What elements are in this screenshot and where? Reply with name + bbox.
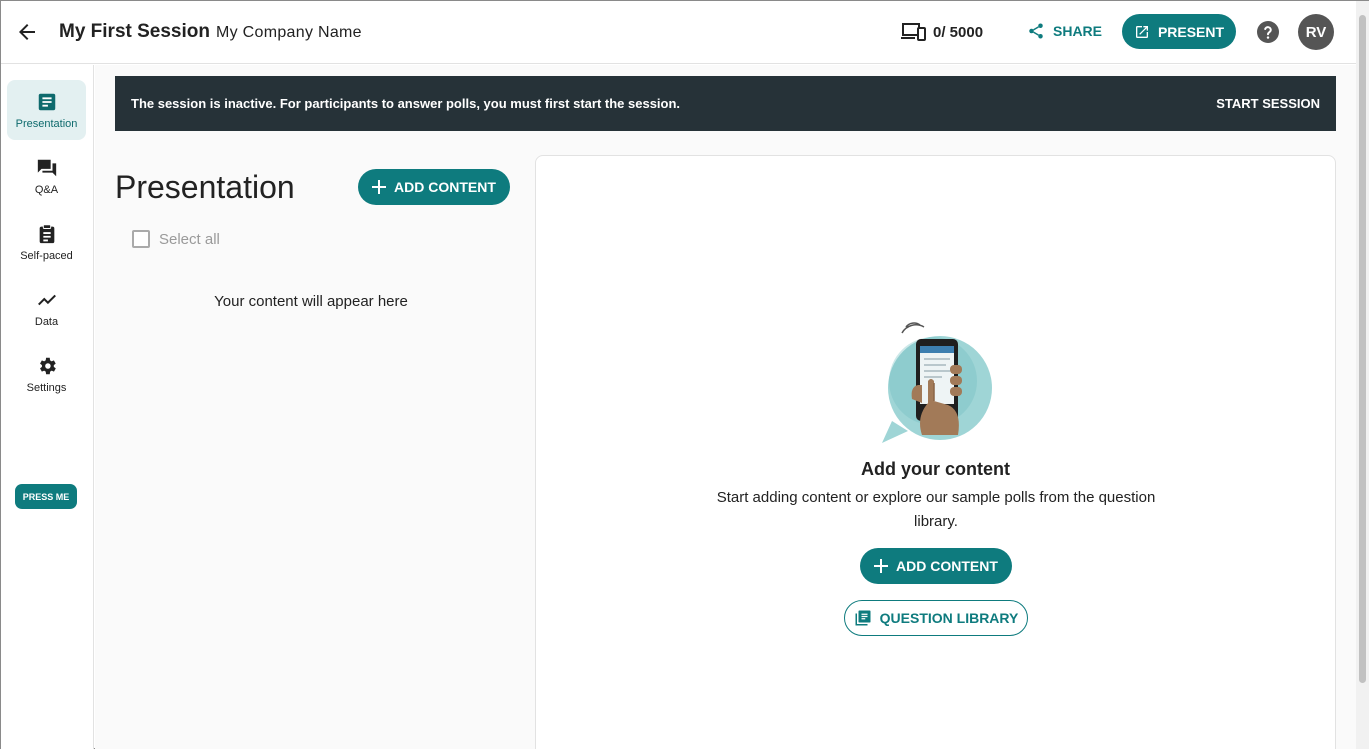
- present-button[interactable]: PRESENT: [1122, 14, 1236, 49]
- user-avatar[interactable]: RV: [1298, 14, 1334, 50]
- add-content-label: ADD CONTENT: [394, 179, 496, 195]
- participant-count: 0/ 5000: [933, 23, 984, 41]
- trend-line-icon: [37, 294, 56, 305]
- plus-icon: [372, 180, 387, 194]
- empty-state-title: Add your content: [861, 459, 1010, 479]
- add-content-button[interactable]: ADD CONTENT: [358, 169, 510, 205]
- sidebar-item-qa[interactable]: Q&A: [7, 146, 86, 206]
- checkbox-box[interactable]: [132, 230, 150, 248]
- sidebar-item-label: Presentation: [15, 117, 78, 130]
- gear-icon: [39, 357, 56, 374]
- sidebar-item-self-paced[interactable]: Self-paced: [7, 212, 86, 272]
- start-session-button[interactable]: START SESSION: [1216, 96, 1320, 111]
- scrollbar-thumb[interactable]: [1359, 15, 1366, 683]
- sidebar-item-label: Settings: [26, 381, 67, 394]
- presentation-icon: [38, 93, 55, 110]
- present-label: PRESENT: [1157, 23, 1225, 40]
- forum-icon: [37, 159, 56, 176]
- share-button[interactable]: SHARE: [1027, 22, 1102, 40]
- question-library-label: QUESTION LIBRARY: [879, 610, 1019, 626]
- library-books-icon: [855, 610, 871, 626]
- empty-state-description: Start adding content or explore our samp…: [716, 489, 1156, 530]
- sidebar-item-label: Data: [34, 315, 59, 328]
- empty-list-text: Your content will appear here: [214, 293, 408, 310]
- session-title[interactable]: My First Session: [59, 21, 210, 43]
- open-external-icon: [1135, 25, 1148, 38]
- select-all-label: Select all: [159, 230, 220, 248]
- devices-icon: [901, 23, 926, 41]
- share-icon: [1029, 23, 1043, 39]
- inactive-session-banner: The session is inactive. For participant…: [115, 76, 1336, 131]
- clipboard-icon: [39, 223, 54, 243]
- press-me-button[interactable]: PRESS ME: [15, 484, 77, 509]
- select-all-checkbox[interactable]: Select all: [132, 230, 220, 248]
- sidebar-nav: Presentation Q&A Self-paced Data Setting…: [1, 65, 94, 749]
- back-arrow-icon[interactable]: [15, 20, 39, 44]
- add-content-label: ADD CONTENT: [896, 558, 998, 574]
- sidebar-item-label: Q&A: [34, 183, 59, 196]
- help-icon[interactable]: [1256, 20, 1280, 44]
- page-title: Presentation: [115, 169, 295, 205]
- page-scrollbar[interactable]: [1356, 1, 1369, 749]
- sidebar-item-presentation[interactable]: Presentation: [7, 80, 86, 140]
- main-content: The session is inactive. For participant…: [95, 65, 1356, 749]
- sidebar-item-label: Self-paced: [20, 249, 73, 262]
- empty-state-panel: Add your content Start adding content or…: [535, 155, 1336, 749]
- add-content-button-center[interactable]: ADD CONTENT: [860, 548, 1012, 584]
- sidebar-item-settings[interactable]: Settings: [7, 344, 86, 404]
- share-label: SHARE: [1053, 23, 1103, 39]
- banner-message: The session is inactive. For participant…: [131, 96, 681, 111]
- sidebar-item-data[interactable]: Data: [7, 278, 86, 338]
- question-library-button[interactable]: QUESTION LIBRARY: [844, 600, 1028, 636]
- company-name: My Company Name: [216, 24, 362, 41]
- participant-counter: 0/ 5000: [901, 21, 983, 43]
- plus-icon: [874, 559, 889, 573]
- phone-hand-illustration: [882, 322, 992, 443]
- top-bar: My First Session My Company Name 0/ 5000…: [1, 1, 1356, 64]
